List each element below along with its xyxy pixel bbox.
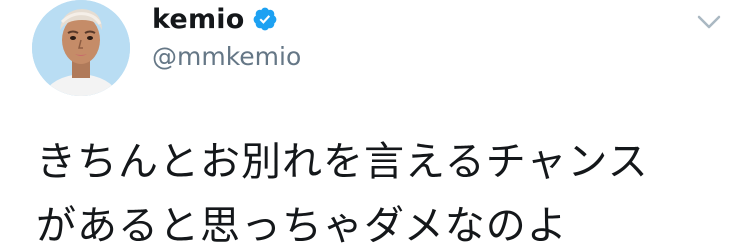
tweet-text: きちんとお別れを言えるチャンス があると思っちゃダメなのよ xyxy=(36,130,736,249)
chevron-down-icon[interactable] xyxy=(696,12,722,32)
profile-avatar[interactable] xyxy=(32,0,130,96)
verified-badge-icon xyxy=(252,6,278,32)
author-name-row[interactable]: kemio xyxy=(152,2,278,36)
user-handle[interactable]: @mmkemio xyxy=(152,42,301,71)
avatar-illustration xyxy=(32,0,130,96)
tweet-text-line: があると思っちゃダメなのよ xyxy=(36,203,568,249)
display-name[interactable]: kemio xyxy=(152,4,244,35)
tweet-text-line: きちんとお別れを言えるチャンス xyxy=(36,139,649,185)
tweet-card: kemio @mmkemio きちんとお別れを言えるチャンス があると思っちゃダ… xyxy=(0,0,749,249)
